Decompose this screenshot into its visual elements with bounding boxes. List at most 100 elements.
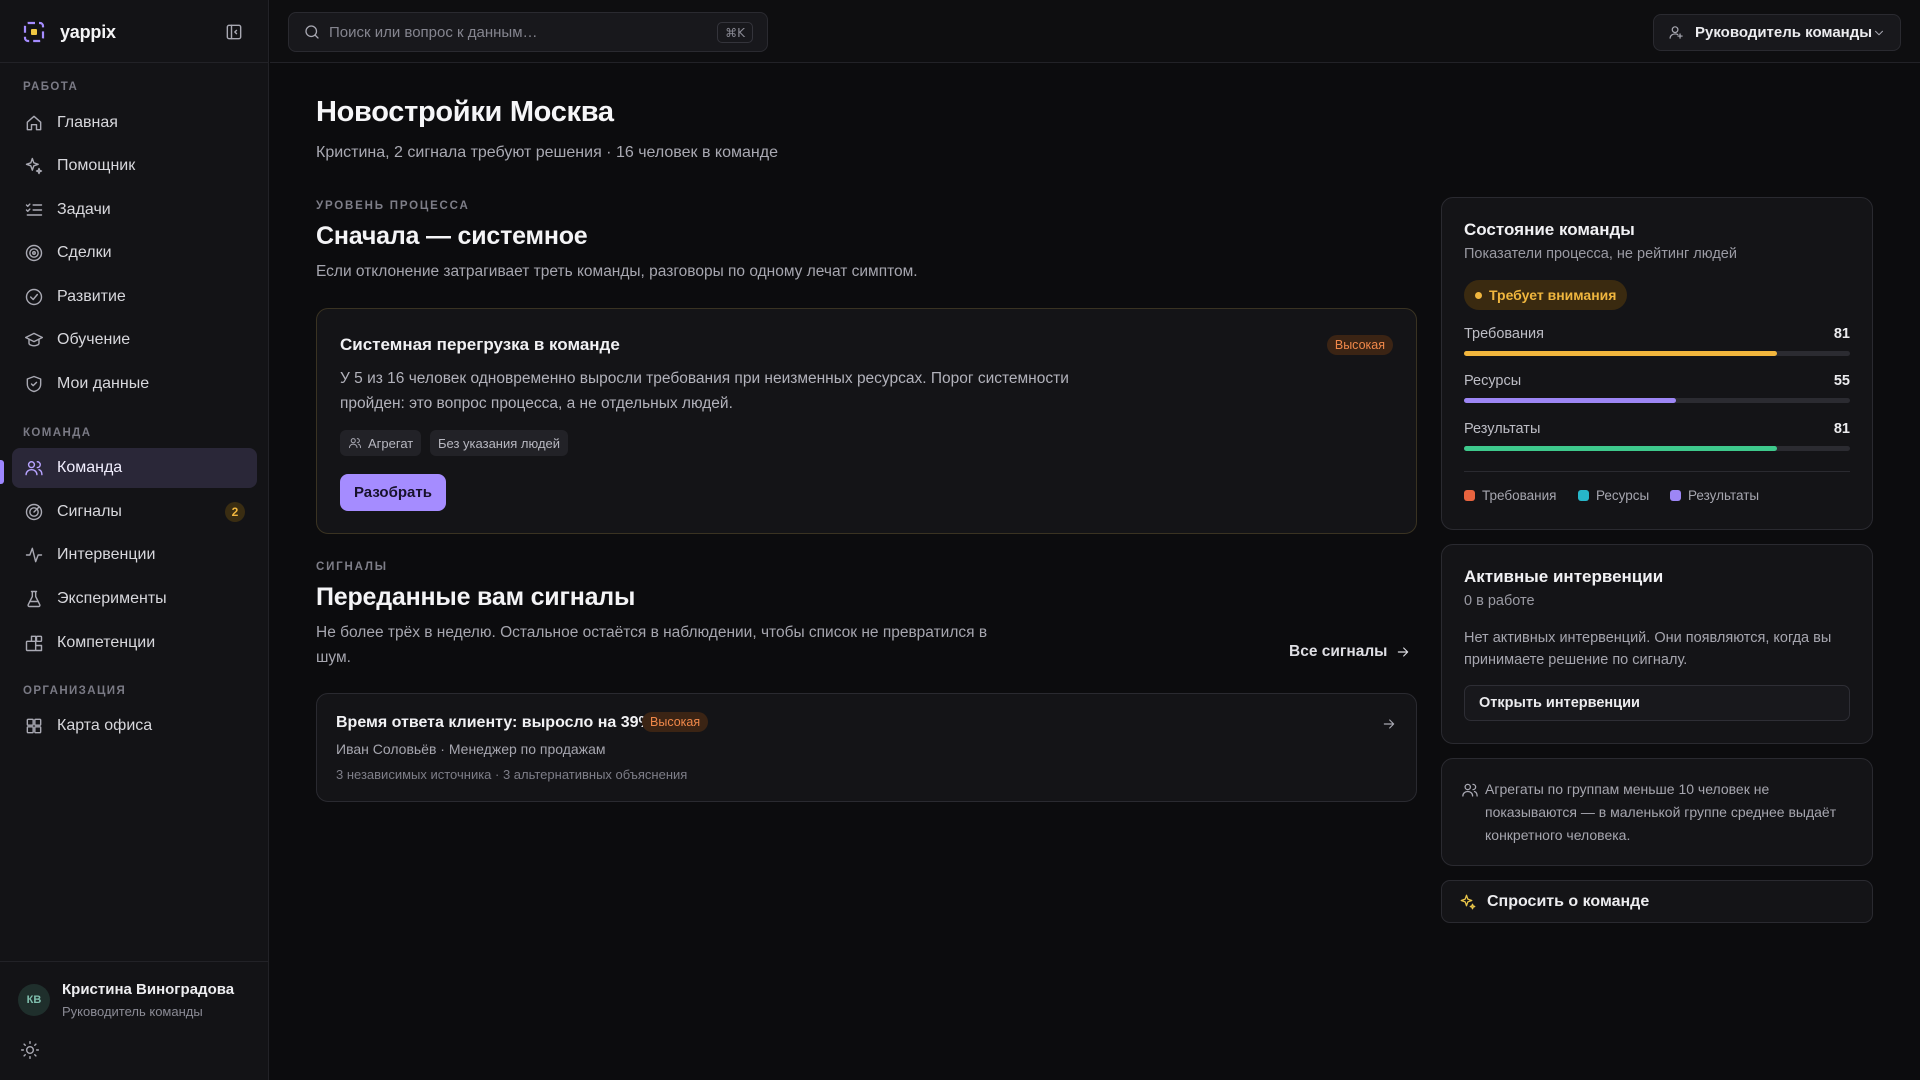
sidebar-item-label: Помощник	[57, 157, 136, 174]
metric-bar-fill	[1464, 351, 1777, 356]
metric-bar-fill	[1464, 446, 1777, 451]
signal-person: Иван Соловьёв · Менеджер по продажам	[336, 741, 606, 757]
metric-bar-results	[1464, 446, 1850, 451]
sidebar-item-label: Сигналы	[57, 503, 122, 520]
status-badge: Требует внимания	[1464, 280, 1628, 310]
brand-name: yappix	[60, 21, 116, 42]
theme-toggle-button[interactable]	[20, 1040, 40, 1060]
sidebar-item-label: Развитие	[57, 288, 126, 305]
sidebar-item-label: Обучение	[57, 331, 131, 348]
severity-badge: Высокая	[642, 712, 709, 732]
systemic-issue-description: У 5 из 16 человек одновременно выросли т…	[340, 370, 1069, 412]
graduation-cap-icon	[24, 332, 44, 347]
analyze-button[interactable]: Разобрать	[340, 474, 446, 511]
sidebar-toggle-icon	[226, 24, 242, 40]
signals-heading: Переданные вам сигналы	[316, 583, 636, 611]
legend-item-demands: Требования	[1464, 488, 1556, 503]
sidebar-item-deals[interactable]: Сделки	[12, 233, 257, 273]
signal-card[interactable]: Время ответа клиенту: выросло на 39% Выс…	[316, 693, 1417, 802]
section-label-work: РАБОТА	[23, 81, 79, 93]
avatar[interactable]: КВ	[18, 984, 50, 1016]
legend-item-results: Результаты	[1670, 488, 1759, 503]
top-bar: ⌘K Руководитель команды	[270, 0, 1920, 63]
process-eyebrow: УРОВЕНЬ ПРОЦЕССА	[316, 200, 470, 212]
metric-value-resources: 55	[1833, 373, 1850, 389]
sidebar-item-signals[interactable]: Сигналы 2	[12, 492, 257, 532]
tag-chip-aggregate: Агрегат	[340, 430, 422, 456]
signal-title: Время ответа клиенту: выросло на 39%	[336, 714, 653, 731]
open-interventions-button[interactable]: Открыть интервенции	[1464, 685, 1850, 721]
sidebar-item-competencies[interactable]: Компетенции	[12, 623, 257, 663]
user-switch-icon	[1669, 26, 1683, 39]
sidebar-item-experiments[interactable]: Эксперименты	[12, 579, 257, 619]
sidebar-item-home[interactable]: Главная	[12, 103, 257, 143]
sidebar-item-assistant[interactable]: Помощник	[12, 146, 257, 186]
divider	[0, 62, 269, 63]
signals-count-badge: 2	[225, 502, 245, 522]
role-switcher-label: Руководитель команды	[1695, 24, 1873, 41]
metric-label-demands: Требования	[1464, 326, 1544, 342]
sidebar-item-team[interactable]: Команда	[12, 448, 257, 488]
sidebar-item-label: Сделки	[57, 244, 112, 261]
blocks-icon	[25, 635, 43, 652]
process-heading: Сначала — системное	[316, 222, 588, 250]
legend-label: Ресурсы	[1596, 488, 1650, 503]
search-box[interactable]: ⌘K	[288, 12, 768, 52]
legend-swatch	[1578, 490, 1589, 501]
sidebar-item-label: Эксперименты	[57, 590, 167, 607]
sidebar-item-label: Компетенции	[57, 634, 156, 651]
role-switcher[interactable]: Руководитель команды	[1653, 14, 1901, 51]
signal-meta: 3 независимых источника · 3 альтернативн…	[336, 767, 688, 782]
team-state-subtitle: Показатели процесса, не рейтинг людей	[1464, 246, 1737, 262]
divider	[0, 961, 269, 962]
legend-swatch	[1464, 490, 1475, 501]
search-shortcut-hint: ⌘K	[717, 22, 753, 43]
users-icon	[25, 461, 43, 476]
sidebar: yappix РАБОТА Главная Помощник Задачи Сд…	[0, 0, 269, 1080]
metric-bar-fill	[1464, 398, 1677, 403]
section-label-organization: ОРГАНИЗАЦИЯ	[23, 685, 127, 697]
users-icon	[348, 438, 362, 449]
sidebar-item-tasks[interactable]: Задачи	[12, 190, 257, 230]
sidebar-item-my-data[interactable]: Мои данные	[12, 364, 257, 404]
severity-badge: Высокая	[1326, 335, 1393, 355]
interventions-title: Активные интервенции	[1464, 567, 1664, 586]
brand[interactable]: yappix	[23, 20, 116, 44]
user-name[interactable]: Кристина Виноградова	[62, 981, 234, 998]
metric-label-resources: Ресурсы	[1464, 373, 1522, 389]
status-dot	[1475, 291, 1482, 299]
target-icon	[25, 244, 43, 262]
collapse-sidebar-button[interactable]	[224, 22, 244, 42]
arrow-right-icon	[1398, 647, 1409, 657]
interventions-panel: Активные интервенции 0 в работе Нет акти…	[1441, 544, 1873, 744]
ask-button-label: Спросить о команде	[1487, 892, 1650, 910]
legend-label: Результаты	[1688, 488, 1760, 503]
sidebar-item-interventions[interactable]: Интервенции	[12, 535, 257, 575]
arrow-right-icon	[1383, 719, 1395, 729]
signals-eyebrow: СИГНАЛЫ	[316, 561, 388, 573]
divider	[1464, 471, 1850, 472]
sparkles-icon	[25, 157, 43, 175]
yappix-logo-icon	[23, 21, 45, 43]
metric-value-demands: 81	[1833, 326, 1850, 342]
interventions-count: 0 в работе	[1464, 593, 1535, 609]
team-state-title: Состояние команды	[1464, 220, 1635, 239]
sidebar-item-label: Команда	[57, 459, 123, 476]
sidebar-item-office-map[interactable]: Карта офиса	[12, 706, 257, 746]
search-input[interactable]	[329, 21, 689, 43]
page-title: Новостройки Москва	[316, 96, 614, 128]
list-checks-icon	[25, 203, 43, 216]
home-icon	[26, 115, 42, 131]
ask-about-team-button[interactable]: Спросить о команде	[1441, 880, 1873, 923]
metric-bar-demands	[1464, 351, 1850, 356]
active-indicator	[0, 460, 4, 484]
sidebar-item-development[interactable]: Развитие	[12, 277, 257, 317]
sidebar-item-label: Интервенции	[57, 546, 156, 563]
systemic-issue-title: Системная перегрузка в команде	[340, 335, 620, 354]
systemic-issue-card: Системная перегрузка в команде Высокая У…	[316, 308, 1417, 534]
sidebar-item-learning[interactable]: Обучение	[12, 320, 257, 360]
user-role: Руководитель команды	[62, 1004, 203, 1019]
page-subtitle: Кристина, 2 сигнала требуют решения · 16…	[316, 144, 778, 161]
all-signals-link[interactable]: Все сигналы	[1289, 641, 1411, 663]
chevron-down-icon	[1875, 30, 1883, 36]
